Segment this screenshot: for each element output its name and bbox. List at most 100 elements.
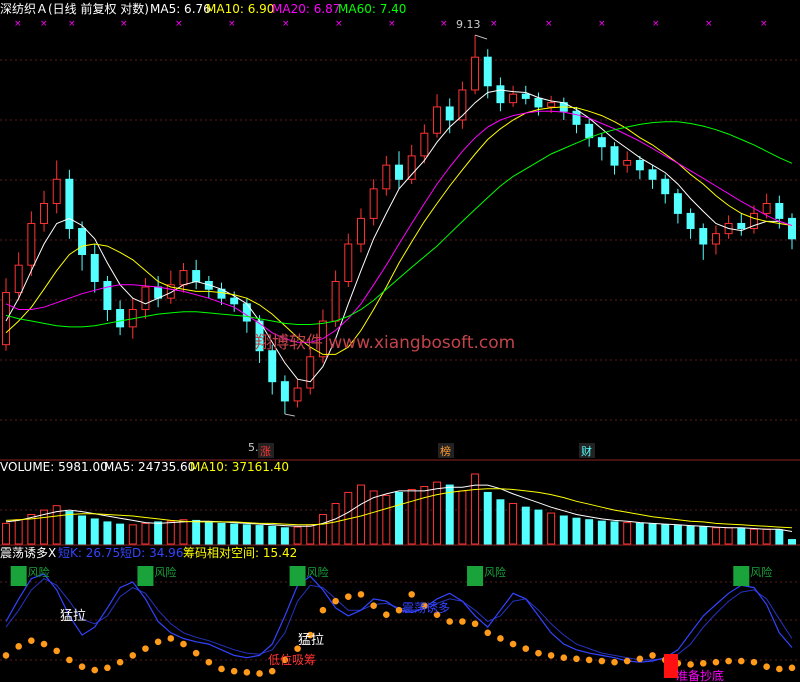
signal-x-marker: × xyxy=(490,19,498,29)
chip-space-dot xyxy=(547,652,555,659)
volume-bar xyxy=(521,506,530,545)
signal-x-marker: × xyxy=(14,19,22,29)
volume-bar xyxy=(737,528,746,545)
chip-space-dot xyxy=(788,664,796,672)
candle-down xyxy=(65,178,74,230)
short-k-line xyxy=(5,573,793,663)
chip-space-dot xyxy=(522,645,530,652)
volume-bar xyxy=(90,518,99,545)
volume-bar xyxy=(192,519,201,545)
candle-down xyxy=(610,146,619,166)
volume-bar xyxy=(458,490,467,545)
chip-space-dot xyxy=(154,638,162,646)
event-tag-zhang[interactable]: 涨 xyxy=(260,445,271,458)
candle-down xyxy=(154,286,163,299)
chip-space-dot xyxy=(15,643,22,650)
event-tag-bang[interactable]: 榜 xyxy=(440,444,451,458)
chip-space-dot xyxy=(332,597,339,605)
chip-space-dot xyxy=(91,666,99,674)
volume-bar xyxy=(103,521,112,545)
chip-space-dot xyxy=(256,670,263,677)
volume-bar xyxy=(775,529,784,545)
volume-bar xyxy=(141,522,150,545)
risk-signal-box xyxy=(10,566,27,586)
volume-ma5-legend: MA5: 24735.60 xyxy=(104,460,195,474)
chip-space-dot xyxy=(763,663,770,670)
volume-bar xyxy=(749,528,758,545)
chip-space-dot xyxy=(357,591,365,598)
chip-space-dot xyxy=(104,664,111,672)
candle-down xyxy=(737,222,746,230)
candle-down xyxy=(597,137,606,148)
candle-down xyxy=(192,270,201,282)
low-arrow xyxy=(284,413,296,417)
high-arrow xyxy=(474,34,488,40)
risk-signal-box xyxy=(289,566,306,586)
watermark: 翔博软件 www.xiangbosoft.com xyxy=(255,333,515,353)
candle-up xyxy=(433,106,442,134)
signal-x-marker: × xyxy=(68,19,76,29)
chip-space-dot xyxy=(598,657,606,665)
candle-down xyxy=(103,280,112,311)
chip-space-dot xyxy=(28,637,35,645)
volume-bar xyxy=(724,527,733,545)
candle-down xyxy=(78,228,87,256)
risk-signal-label: 风险 xyxy=(307,565,329,579)
risk-signal-box xyxy=(137,566,154,586)
volume-bar xyxy=(116,523,125,545)
volume-bar xyxy=(407,488,416,545)
candle-down xyxy=(648,169,657,180)
candle-up xyxy=(420,132,429,157)
volume-bar xyxy=(14,519,23,545)
chip-space-dot xyxy=(737,657,745,665)
candle-down xyxy=(230,297,239,305)
candle-down xyxy=(521,93,530,99)
volume-bar xyxy=(78,515,87,545)
volume-legend: VOLUME: 5981.00 xyxy=(0,460,108,474)
chip-space-dot xyxy=(230,667,238,675)
volume-bar xyxy=(280,527,289,545)
candle-down xyxy=(686,212,695,230)
chip-space-dot xyxy=(180,640,187,648)
volume-bar xyxy=(762,528,771,545)
candle-down xyxy=(496,85,505,104)
candle-down xyxy=(673,193,682,214)
chip-space-dot xyxy=(471,620,479,628)
chip-space-dot xyxy=(497,635,504,642)
signal-x-marker: × xyxy=(175,19,183,29)
volume-bar xyxy=(433,481,442,545)
chip-space-dot xyxy=(649,652,656,659)
candle-down xyxy=(483,56,492,87)
surge-label-2: 猛拉 xyxy=(298,633,324,648)
volume-bar xyxy=(179,519,188,545)
chip-space-dot xyxy=(459,618,466,625)
chip-space-dot xyxy=(636,655,644,663)
volume-bar xyxy=(230,523,239,545)
short-d-line xyxy=(5,577,793,661)
chip-space-dot xyxy=(699,660,707,667)
candle-down xyxy=(572,110,581,125)
chip-space-dot xyxy=(243,669,251,676)
candle-up xyxy=(369,188,378,219)
volume-bar xyxy=(65,511,74,545)
chip-space-dot xyxy=(167,635,175,642)
volume-bar xyxy=(711,527,720,545)
volume-bar xyxy=(382,494,391,545)
candle-up xyxy=(382,164,391,190)
ma5-legend: MA5: 6.76 xyxy=(150,2,211,16)
volume-bar xyxy=(268,525,277,545)
high-price-label: 9.13 xyxy=(456,18,481,31)
volume-bar xyxy=(166,520,175,545)
volume-bar xyxy=(154,521,163,545)
signal-x-marker: × xyxy=(652,19,660,29)
moving-average-lines xyxy=(5,34,793,417)
signal-x-marker: × xyxy=(760,19,768,29)
signal-x-marker: × xyxy=(705,19,713,29)
volume-bar xyxy=(2,522,10,545)
ma60-legend: MA60: 7.40 xyxy=(338,2,406,16)
volume-bar xyxy=(635,522,644,545)
signal-x-marker: × xyxy=(40,19,48,29)
chip-space-dot xyxy=(484,629,492,637)
event-tag-cai[interactable]: 财 xyxy=(581,444,592,458)
surge-label-1: 猛拉 xyxy=(60,609,86,624)
